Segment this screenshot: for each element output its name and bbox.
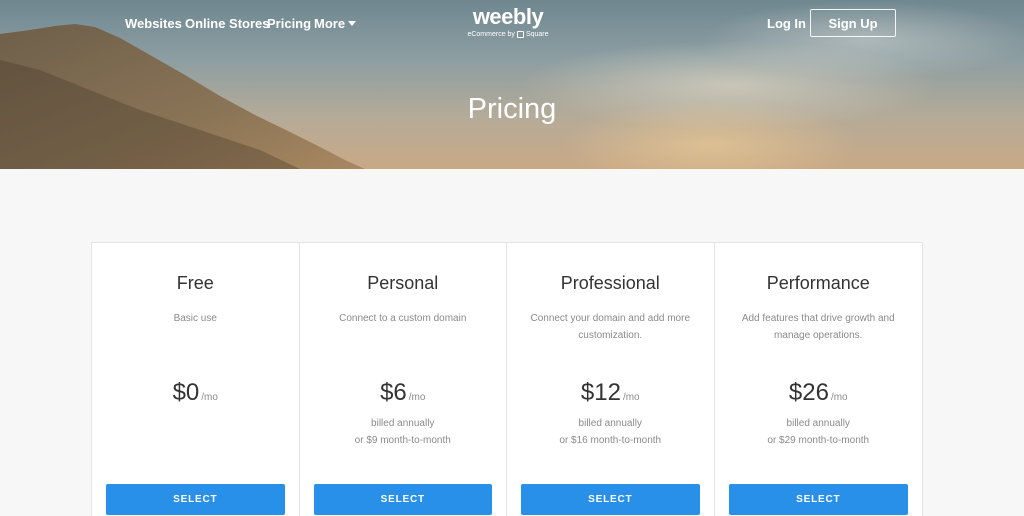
price-period: /mo	[408, 392, 426, 403]
signup-button[interactable]: Sign Up	[810, 9, 896, 37]
logo-tagline-prefix: eCommerce by	[467, 31, 515, 38]
billing-line: or $9 month-to-month	[354, 435, 451, 446]
billing-line: or $29 month-to-month	[767, 435, 870, 446]
plan-billing: billed annually or $9 month-to-month	[300, 415, 507, 449]
logo-tagline-brand: Square	[525, 31, 549, 38]
plan-billing: billed annually or $16 month-to-month	[507, 415, 714, 449]
plan-billing: billed annually or $29 month-to-month	[715, 415, 923, 449]
nav-websites-link[interactable]: Websites	[125, 16, 182, 31]
square-icon	[516, 31, 524, 38]
plan-name: Personal	[367, 273, 439, 293]
plan-name: Performance	[766, 273, 870, 293]
plan-description: Connect to a custom domain	[339, 313, 467, 324]
plan-description: Add features that drive growth and manag…	[741, 313, 895, 341]
caret-down-icon	[348, 21, 357, 27]
plan-card-free: Free Basic use $0/mo SELECT	[92, 243, 300, 516]
price-period: /mo	[830, 392, 848, 403]
billing-line: billed annually	[371, 418, 435, 429]
login-link[interactable]: Log In	[767, 16, 806, 31]
nav-online-stores-link[interactable]: Online Stores	[185, 16, 270, 31]
price-period: /mo	[622, 392, 640, 403]
billing-line: billed annually	[786, 418, 850, 429]
price-amount: $6	[380, 379, 407, 406]
pricing-plans: Free Basic use $0/mo SELECT Personal Con…	[91, 242, 923, 516]
price-amount: $26	[788, 379, 829, 406]
nav-more-label: More	[314, 16, 346, 31]
select-free-button[interactable]: SELECT	[106, 484, 285, 515]
price-period: /mo	[201, 392, 218, 403]
logo-wordmark: weebly	[472, 4, 544, 29]
select-professional-button[interactable]: SELECT	[521, 484, 700, 515]
logo-tagline: eCommerce by Square	[463, 30, 553, 39]
nav-pricing-link[interactable]: Pricing	[267, 16, 311, 31]
plan-price: $6/mo	[300, 379, 507, 407]
hero-banner: Websites Online Stores Pricing More weeb…	[0, 0, 1024, 169]
page-title: Pricing	[467, 93, 557, 125]
plan-price: $0/mo	[92, 379, 299, 407]
plan-card-performance: Performance Add features that drive grow…	[715, 243, 923, 516]
plan-card-professional: Professional Connect your domain and add…	[507, 243, 715, 516]
plan-card-personal: Personal Connect to a custom domain $6/m…	[300, 243, 507, 516]
plan-name: Free	[176, 273, 214, 293]
nav-more-dropdown[interactable]: More	[314, 16, 357, 31]
select-personal-button[interactable]: SELECT	[313, 484, 492, 515]
plan-description: Connect your domain and add more customi…	[530, 313, 691, 341]
plan-price: $12/mo	[507, 379, 714, 407]
price-amount: $12	[580, 379, 621, 406]
plan-name: Professional	[560, 273, 660, 293]
price-amount: $0	[172, 379, 200, 406]
weebly-logo[interactable]: weebly eCommerce by Square	[463, 4, 553, 39]
plan-description: Basic use	[173, 313, 217, 324]
billing-line: or $16 month-to-month	[559, 435, 662, 446]
select-performance-button[interactable]: SELECT	[728, 484, 908, 515]
plan-price: $26/mo	[715, 379, 923, 407]
billing-line: billed annually	[578, 418, 642, 429]
